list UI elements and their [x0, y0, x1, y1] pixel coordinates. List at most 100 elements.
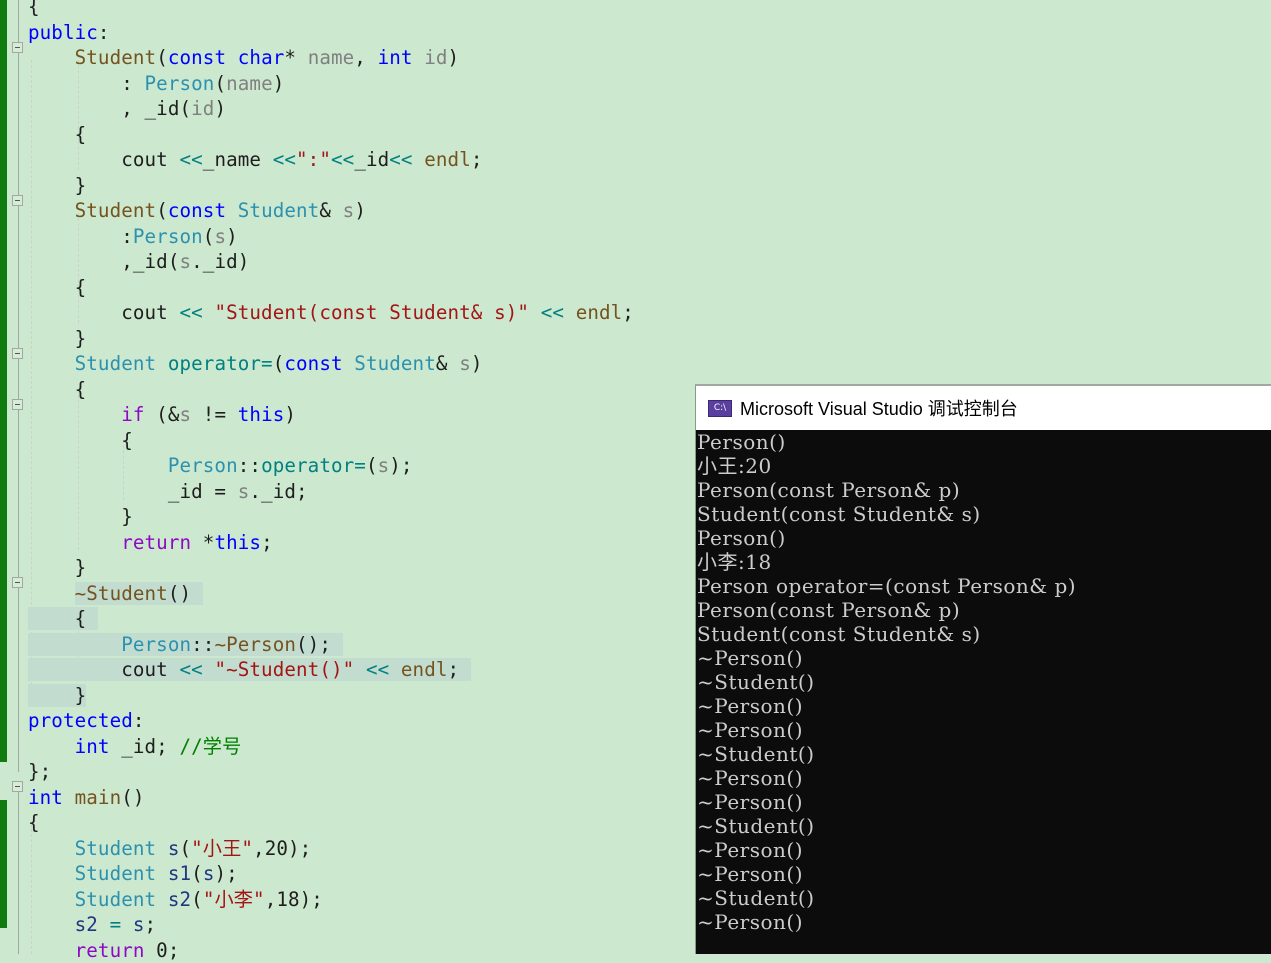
code-token: Student [75, 352, 157, 375]
change-indicator [0, 0, 7, 762]
code-token: _id = [28, 480, 238, 503]
code-token: int [75, 735, 110, 758]
console-output-line: Student(const Student& s) [696, 622, 1271, 646]
debug-console-window[interactable]: C:\ Microsoft Visual Studio 调试控制台 Person… [695, 384, 1271, 954]
code-token: (); [296, 633, 343, 656]
code-line[interactable]: cout << "Student(const Student& s)" << e… [28, 300, 634, 326]
code-token: name [308, 46, 355, 69]
code-token: ( [214, 72, 226, 95]
code-token: ) [284, 403, 296, 426]
code-line[interactable]: cout << "~Student()" << endl; [28, 657, 634, 683]
code-line[interactable]: Student(const Student& s) [28, 198, 634, 224]
code-token: operator= [261, 454, 366, 477]
code-token: _id [354, 148, 389, 171]
code-line[interactable]: s2 = s; [28, 912, 634, 938]
code-line[interactable]: Student s1(s); [28, 861, 634, 887]
code-token: name [226, 72, 273, 95]
code-line[interactable]: } [28, 504, 634, 530]
code-line[interactable]: int _id; //学号 [28, 734, 634, 760]
code-token: ( [191, 888, 203, 911]
code-line[interactable]: if (&s != this) [28, 402, 634, 428]
collapse-icon[interactable] [12, 195, 23, 206]
console-title-bar[interactable]: C:\ Microsoft Visual Studio 调试控制台 [696, 386, 1271, 430]
code-token: const [168, 46, 226, 69]
code-token: << [541, 301, 564, 324]
code-token [28, 531, 121, 554]
code-token: cout [28, 301, 179, 324]
code-line[interactable]: }; [28, 759, 634, 785]
code-line[interactable]: } [28, 326, 634, 352]
code-token: if [121, 403, 144, 426]
outline-line [18, 792, 19, 954]
code-token: ~Person [214, 633, 296, 656]
code-token: Student [75, 888, 157, 911]
collapse-icon[interactable] [12, 348, 23, 359]
code-line[interactable]: { [28, 606, 634, 632]
code-token: s [179, 250, 191, 273]
code-token [156, 352, 168, 375]
code-line[interactable]: { [28, 428, 634, 454]
code-line[interactable]: cout <<_name <<":"<<_id<< endl; [28, 147, 634, 173]
code-line[interactable]: return 0; [28, 938, 634, 963]
code-token [203, 658, 215, 681]
collapse-icon[interactable] [12, 577, 23, 588]
code-line[interactable]: return *this; [28, 530, 634, 556]
code-line[interactable]: } [28, 555, 634, 581]
code-line[interactable]: ,_id(s._id) [28, 249, 634, 275]
code-line[interactable]: , _id(id) [28, 96, 634, 122]
code-token [226, 46, 238, 69]
code-token: s [133, 913, 145, 936]
code-token [63, 786, 75, 809]
code-line[interactable]: { [28, 275, 634, 301]
console-output-line: 小王:20 [696, 454, 1271, 478]
code-line[interactable]: { [28, 377, 634, 403]
code-line[interactable]: Person::operator=(s); [28, 453, 634, 479]
collapse-icon[interactable] [12, 781, 23, 792]
code-token: ( [203, 225, 215, 248]
code-line[interactable]: { [28, 0, 634, 20]
code-line[interactable]: int main() [28, 785, 634, 811]
code-line[interactable]: :Person(s) [28, 224, 634, 250]
code-token: , _id( [28, 97, 191, 120]
code-line[interactable]: Student operator=(const Student& s) [28, 351, 634, 377]
console-output-line: ~Person() [696, 718, 1271, 742]
code-token [28, 582, 75, 605]
code-line[interactable]: Student s2("小李",18); [28, 887, 634, 913]
code-line[interactable]: { [28, 122, 634, 148]
code-line[interactable]: protected: [28, 708, 634, 734]
collapse-icon[interactable] [12, 399, 23, 410]
code-lines[interactable]: {public: Student(const char* name, int i… [28, 0, 634, 963]
code-line[interactable]: Person::~Person(); [28, 632, 634, 658]
console-output-line: ~Person() [696, 790, 1271, 814]
code-token: } [28, 174, 86, 197]
console-output-line: 小李:18 [696, 550, 1271, 574]
code-token [413, 148, 425, 171]
code-line[interactable]: : Person(name) [28, 71, 634, 97]
code-token: ,20); [253, 837, 311, 860]
code-token [389, 658, 401, 681]
code-token: << [273, 148, 296, 171]
code-line[interactable]: _id = s._id; [28, 479, 634, 505]
code-token: << [331, 148, 354, 171]
code-token: s2 [75, 913, 98, 936]
code-token: = [110, 913, 122, 936]
code-token [226, 199, 238, 222]
code-token: ,_id( [28, 250, 179, 273]
code-line[interactable]: Student s("小王",20); [28, 836, 634, 862]
code-line[interactable]: } [28, 173, 634, 199]
code-token: : [28, 72, 145, 95]
code-token: } [28, 684, 86, 707]
code-token [343, 352, 355, 375]
collapse-icon[interactable] [12, 42, 23, 53]
code-token: ) [214, 97, 226, 120]
code-line[interactable]: ~Student() [28, 581, 634, 607]
code-token: "小王" [191, 837, 253, 860]
code-line[interactable]: public: [28, 20, 634, 46]
code-token [28, 199, 75, 222]
code-token: ,18); [265, 888, 323, 911]
code-line[interactable]: { [28, 810, 634, 836]
code-token: //学号 [180, 735, 242, 758]
code-line[interactable]: Student(const char* name, int id) [28, 45, 634, 71]
code-line[interactable]: } [28, 683, 634, 709]
code-token: Person [145, 72, 215, 95]
